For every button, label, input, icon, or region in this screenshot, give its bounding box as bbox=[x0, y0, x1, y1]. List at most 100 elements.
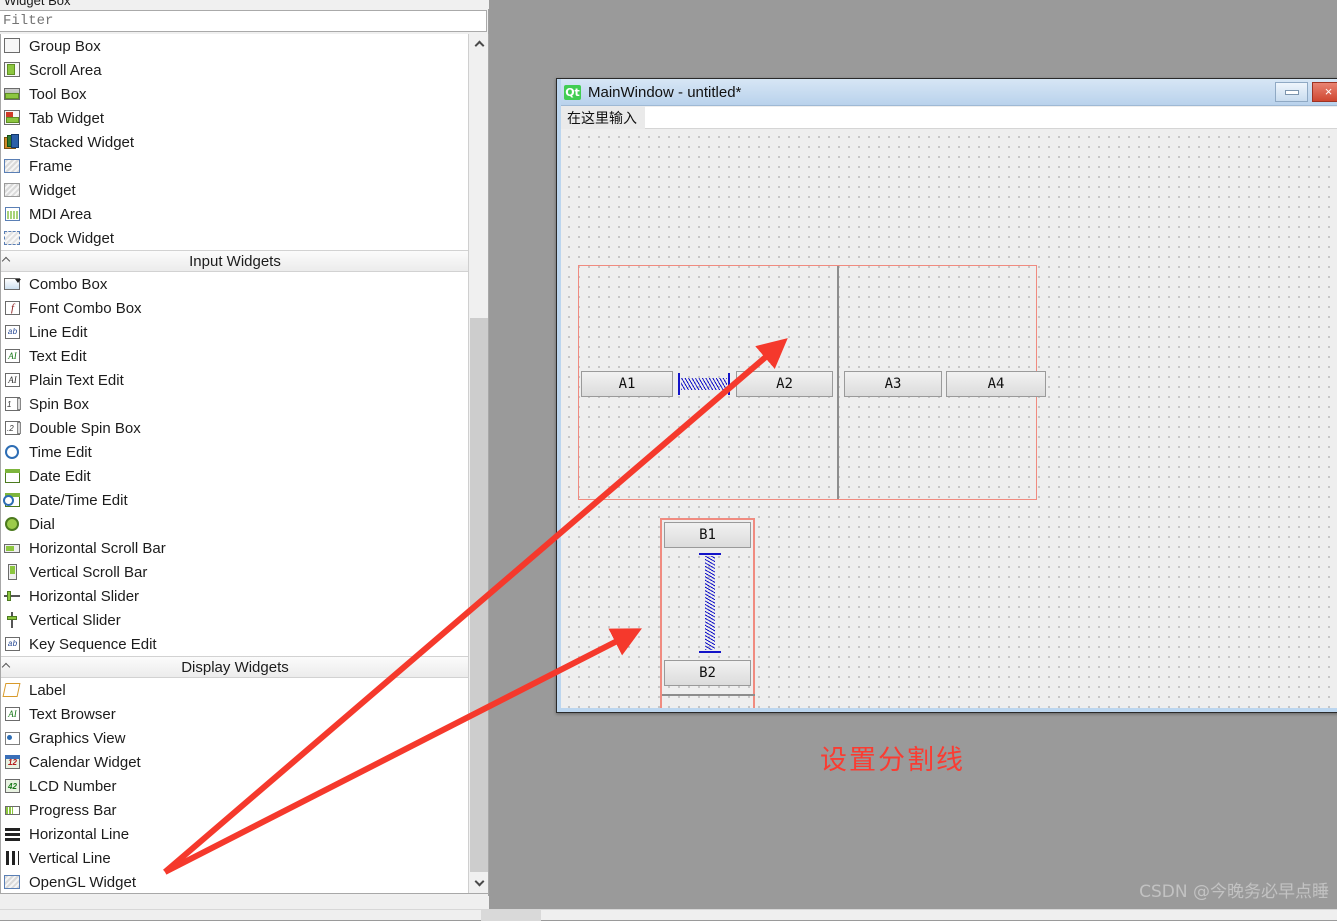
horizontal-scroll-bar-icon bbox=[3, 539, 23, 557]
dial-icon bbox=[3, 515, 23, 533]
widget-item-label: Vertical Slider bbox=[29, 611, 121, 629]
tool-box-icon bbox=[3, 85, 23, 103]
scroll-down-arrow-icon[interactable] bbox=[469, 873, 488, 893]
widget-item-dock-widget[interactable]: Dock Widget bbox=[1, 226, 469, 250]
vertical-slider-icon bbox=[3, 611, 23, 629]
widget-item-tool-box[interactable]: Tool Box bbox=[1, 82, 469, 106]
widget-item-date-edit[interactable]: Date Edit bbox=[1, 464, 469, 488]
widget-item-label: Spin Box bbox=[29, 395, 90, 413]
button-b1[interactable]: B1 bbox=[664, 522, 751, 548]
widget-item-label: Text Edit bbox=[29, 347, 87, 365]
group-box-icon bbox=[3, 37, 23, 55]
status-bar bbox=[0, 909, 1337, 921]
horizontal-line-icon bbox=[3, 825, 23, 843]
widget-item-line-edit[interactable]: ab Line Edit bbox=[1, 320, 469, 344]
category-input-widgets[interactable]: Input Widgets bbox=[1, 250, 469, 272]
widget-list-container[interactable]: Group Box Scroll Area Tool Box Tab Widge… bbox=[0, 34, 489, 894]
splitter-handle-horizontal[interactable] bbox=[662, 694, 755, 696]
widget-item-spin-box[interactable]: 1 Spin Box bbox=[1, 392, 469, 416]
widget-item-horizontal-slider[interactable]: Horizontal Slider bbox=[1, 584, 469, 608]
widget-item-time-edit[interactable]: Time Edit bbox=[1, 440, 469, 464]
widget-item-text-edit[interactable]: AI Text Edit bbox=[1, 344, 469, 368]
scrollbar-thumb[interactable] bbox=[470, 318, 488, 872]
form-canvas[interactable]: A1 A2 A3 A4 B1 B2 bbox=[561, 129, 1337, 708]
text-browser-icon: AI bbox=[3, 705, 23, 723]
widget-item-calendar-widget[interactable]: 12 Calendar Widget bbox=[1, 750, 469, 774]
widget-item-label: Time Edit bbox=[29, 443, 92, 461]
widget-item-progress-bar[interactable]: Progress Bar bbox=[1, 798, 469, 822]
widget-item-frame[interactable]: Frame bbox=[1, 154, 469, 178]
widget-item-double-spin-box[interactable]: .2 Double Spin Box bbox=[1, 416, 469, 440]
spacer-coil bbox=[681, 378, 727, 390]
mdi-area-icon bbox=[3, 205, 23, 223]
widget-item-group-box[interactable]: Group Box bbox=[1, 34, 469, 58]
vertical-scroll-bar-icon bbox=[3, 563, 23, 581]
horizontal-splitter-container[interactable]: A1 A2 A3 A4 bbox=[578, 265, 1046, 500]
spacer-cap-left bbox=[678, 373, 680, 395]
graphics-view-icon bbox=[3, 729, 23, 747]
widget-item-label: Horizontal Line bbox=[29, 825, 130, 843]
widget-item-horizontal-line[interactable]: Horizontal Line bbox=[1, 822, 469, 846]
double-spin-box-icon: .2 bbox=[3, 419, 23, 437]
button-a4[interactable]: A4 bbox=[946, 371, 1046, 397]
widget-item-horizontal-scroll-bar[interactable]: Horizontal Scroll Bar bbox=[1, 536, 469, 560]
scroll-up-arrow-icon[interactable] bbox=[469, 34, 488, 54]
widget-item-label: Calendar Widget bbox=[29, 753, 141, 771]
widget-item-label: OpenGL Widget bbox=[29, 873, 136, 891]
widget-item-tab-widget[interactable]: Tab Widget bbox=[1, 106, 469, 130]
widget-list-scrollbar[interactable] bbox=[468, 34, 488, 893]
splitter-handle-vertical[interactable] bbox=[837, 266, 839, 499]
widget-item-scroll-area[interactable]: Scroll Area bbox=[1, 58, 469, 82]
widget-item-label: Widget bbox=[29, 181, 76, 199]
widget-item-date-time-edit[interactable]: Date/Time Edit bbox=[1, 488, 469, 512]
widget-item-label: Date/Time Edit bbox=[29, 491, 128, 509]
widget-box-panel: Widget Box ❐ × Group Box Scroll Area Too… bbox=[0, 0, 489, 896]
button-a3[interactable]: A3 bbox=[844, 371, 942, 397]
widget-item-key-sequence-edit[interactable]: ab Key Sequence Edit bbox=[1, 632, 469, 656]
widget-item-combo-box[interactable]: Combo Box bbox=[1, 272, 469, 296]
widget-item-text-browser[interactable]: AI Text Browser bbox=[1, 702, 469, 726]
line-edit-icon: ab bbox=[3, 323, 23, 341]
key-sequence-edit-icon: ab bbox=[3, 635, 23, 653]
widget-item-vertical-line[interactable]: Vertical Line bbox=[1, 846, 469, 870]
lcd-number-icon: 42 bbox=[3, 777, 23, 795]
widget-box-title: Widget Box bbox=[4, 0, 71, 8]
button-b2[interactable]: B2 bbox=[664, 660, 751, 686]
filter-input[interactable] bbox=[0, 10, 487, 32]
text-edit-icon: AI bbox=[3, 347, 23, 365]
vertical-spacer-icon[interactable] bbox=[699, 553, 721, 653]
opengl-widget-icon bbox=[3, 873, 23, 891]
calendar-widget-icon: 12 bbox=[3, 753, 23, 771]
widget-item-dial[interactable]: Dial bbox=[1, 512, 469, 536]
widget-item-graphics-view[interactable]: Graphics View bbox=[1, 726, 469, 750]
widget-item-font-combo-box[interactable]: f Font Combo Box bbox=[1, 296, 469, 320]
vertical-line-icon bbox=[3, 849, 23, 867]
vertical-splitter-container[interactable]: B1 B2 B3 bbox=[661, 519, 755, 708]
time-edit-icon bbox=[3, 443, 23, 461]
widget-item-opengl-widget[interactable]: OpenGL Widget bbox=[1, 870, 469, 893]
widget-item-widget[interactable]: Widget bbox=[1, 178, 469, 202]
widget-item-label: Progress Bar bbox=[29, 801, 117, 819]
widget-item-label[interactable]: Label bbox=[1, 678, 469, 702]
category-display-widgets[interactable]: Display Widgets bbox=[1, 656, 469, 678]
widget-item-lcd-number[interactable]: 42 LCD Number bbox=[1, 774, 469, 798]
button-a2[interactable]: A2 bbox=[736, 371, 833, 397]
widget-item-label: Double Spin Box bbox=[29, 419, 141, 437]
font-combo-box-icon: f bbox=[3, 299, 23, 317]
widget-item-stacked-widget[interactable]: Stacked Widget bbox=[1, 130, 469, 154]
horizontal-spacer-icon[interactable] bbox=[678, 373, 730, 395]
widget-item-mdi-area[interactable]: MDI Area bbox=[1, 202, 469, 226]
widget-item-plain-text-edit[interactable]: AI Plain Text Edit bbox=[1, 368, 469, 392]
button-a1[interactable]: A1 bbox=[581, 371, 673, 397]
widget-item-label: Horizontal Slider bbox=[29, 587, 140, 605]
widget-item-label: Tab Widget bbox=[29, 109, 105, 127]
frame-icon bbox=[3, 157, 23, 175]
progress-bar-icon bbox=[3, 801, 23, 819]
main-window-preview[interactable]: Qt MainWindow - untitled* × 在这里输入 A1 A2 … bbox=[556, 78, 1337, 713]
widget-item-vertical-scroll-bar[interactable]: Vertical Scroll Bar bbox=[1, 560, 469, 584]
widget-item-label: Date Edit bbox=[29, 467, 91, 485]
widget-item-label: Dock Widget bbox=[29, 229, 115, 247]
spacer-coil bbox=[705, 556, 715, 650]
widget-list[interactable]: Group Box Scroll Area Tool Box Tab Widge… bbox=[1, 34, 469, 893]
widget-item-vertical-slider[interactable]: Vertical Slider bbox=[1, 608, 469, 632]
